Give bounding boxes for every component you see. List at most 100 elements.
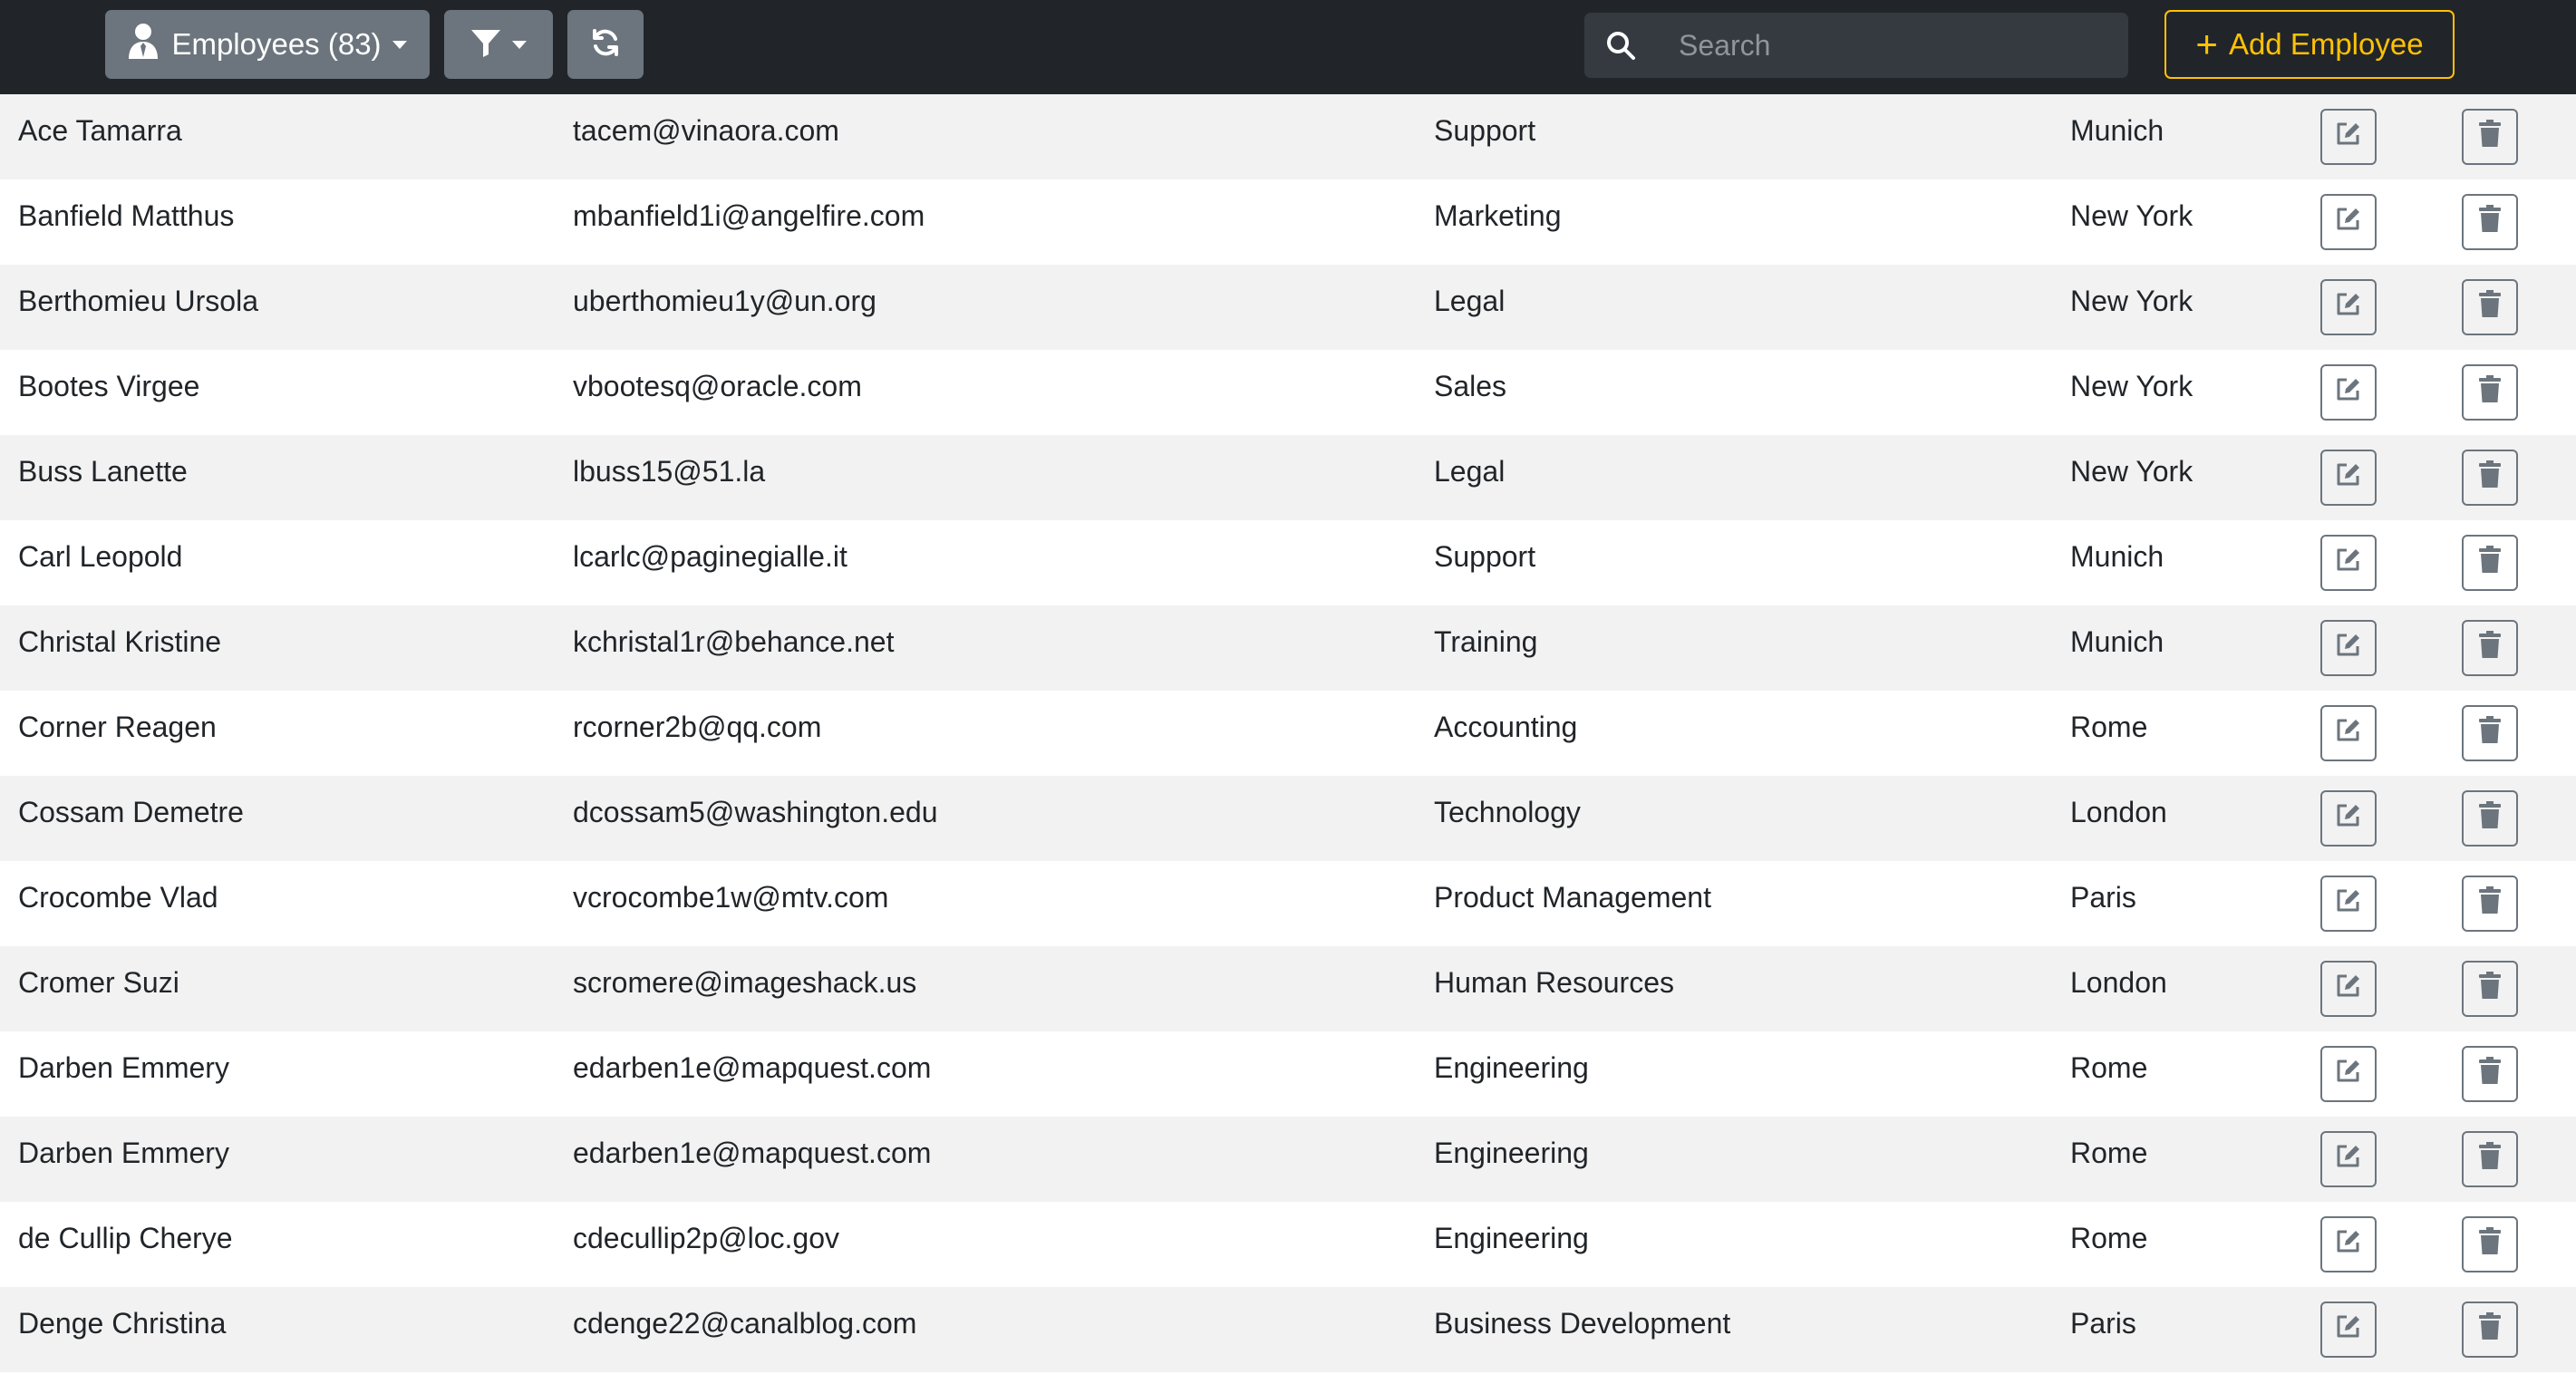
edit-icon bbox=[2334, 885, 2363, 922]
refresh-button[interactable] bbox=[567, 10, 644, 79]
delete-button[interactable] bbox=[2462, 1301, 2518, 1358]
add-employee-label: Add Employee bbox=[2228, 27, 2424, 61]
edit-button[interactable] bbox=[2320, 279, 2377, 335]
edit-button[interactable] bbox=[2320, 876, 2377, 932]
employee-name: Darben Emmery bbox=[18, 1137, 229, 1169]
employee-name: Bootes Virgee bbox=[18, 370, 200, 402]
employee-email: cdenge22@canalblog.com bbox=[573, 1307, 917, 1340]
table-row: Banfield Matthus mbanfield1i@angelfire.c… bbox=[0, 179, 2576, 265]
employee-email: edarben1e@mapquest.com bbox=[573, 1137, 932, 1169]
employee-department: Legal bbox=[1434, 285, 1506, 317]
edit-button[interactable] bbox=[2320, 450, 2377, 506]
edit-button[interactable] bbox=[2320, 1216, 2377, 1272]
delete-button[interactable] bbox=[2462, 194, 2518, 250]
employee-email: dcossam5@washington.edu bbox=[573, 796, 938, 828]
trash-icon bbox=[2477, 630, 2503, 666]
table-row: Berthomieu Ursola uberthomieu1y@un.org L… bbox=[0, 265, 2576, 350]
employee-city: New York bbox=[2070, 370, 2193, 402]
delete-button[interactable] bbox=[2462, 279, 2518, 335]
delete-button[interactable] bbox=[2462, 620, 2518, 676]
edit-button[interactable] bbox=[2320, 1131, 2377, 1187]
edit-button[interactable] bbox=[2320, 961, 2377, 1017]
edit-button[interactable] bbox=[2320, 109, 2377, 165]
edit-button[interactable] bbox=[2320, 1301, 2377, 1358]
edit-button[interactable] bbox=[2320, 535, 2377, 591]
employees-dropdown-label: Employees (83) bbox=[171, 27, 382, 61]
employee-city: Paris bbox=[2070, 1307, 2136, 1340]
employee-city: London bbox=[2070, 796, 2167, 828]
delete-button[interactable] bbox=[2462, 109, 2518, 165]
edit-icon bbox=[2334, 1226, 2363, 1263]
edit-icon bbox=[2334, 1311, 2363, 1348]
employee-department: Sales bbox=[1434, 370, 1507, 402]
employee-email: lcarlc@paginegialle.it bbox=[573, 540, 847, 573]
trash-icon bbox=[2477, 374, 2503, 411]
trash-icon bbox=[2477, 289, 2503, 325]
employee-department: Engineering bbox=[1434, 1222, 1589, 1254]
search-input[interactable] bbox=[1657, 13, 2128, 78]
table-row: Cossam Demetre dcossam5@washington.edu T… bbox=[0, 776, 2576, 861]
trash-icon bbox=[2477, 1056, 2503, 1092]
employee-email: kchristal1r@behance.net bbox=[573, 625, 895, 658]
employee-department: Legal bbox=[1434, 455, 1506, 488]
employee-email: rcorner2b@qq.com bbox=[573, 711, 822, 743]
delete-button[interactable] bbox=[2462, 876, 2518, 932]
employees-dropdown-button[interactable]: Employees (83) bbox=[105, 10, 430, 79]
plus-icon: + bbox=[2195, 23, 2218, 65]
edit-icon bbox=[2334, 545, 2363, 581]
add-employee-button[interactable]: + Add Employee bbox=[2164, 10, 2455, 79]
employee-city: Rome bbox=[2070, 1051, 2148, 1084]
employee-email: tacem@vinaora.com bbox=[573, 114, 839, 147]
trash-icon bbox=[2477, 1141, 2503, 1177]
employee-department: Business Development bbox=[1434, 1307, 1731, 1340]
delete-button[interactable] bbox=[2462, 790, 2518, 847]
delete-button[interactable] bbox=[2462, 1131, 2518, 1187]
edit-button[interactable] bbox=[2320, 1046, 2377, 1102]
edit-button[interactable] bbox=[2320, 364, 2377, 421]
delete-button[interactable] bbox=[2462, 535, 2518, 591]
employee-city: New York bbox=[2070, 199, 2193, 232]
filter-dropdown-button[interactable] bbox=[444, 10, 553, 79]
employee-department: Marketing bbox=[1434, 199, 1562, 232]
employee-city: Rome bbox=[2070, 711, 2148, 743]
employee-name: Corner Reagen bbox=[18, 711, 217, 743]
edit-icon bbox=[2334, 374, 2363, 411]
employee-department: Support bbox=[1434, 540, 1536, 573]
caret-down-icon bbox=[392, 40, 407, 49]
table-row: Darben Emmery edarben1e@mapquest.com Eng… bbox=[0, 1031, 2576, 1117]
edit-button[interactable] bbox=[2320, 194, 2377, 250]
trash-icon bbox=[2477, 715, 2503, 751]
delete-button[interactable] bbox=[2462, 1216, 2518, 1272]
employee-department: Engineering bbox=[1434, 1137, 1589, 1169]
table-row: Crocombe Vlad vcrocombe1w@mtv.com Produc… bbox=[0, 861, 2576, 946]
table-row: Ace Tamarra tacem@vinaora.com Support Mu… bbox=[0, 94, 2576, 179]
employee-city: Paris bbox=[2070, 881, 2136, 914]
filter-icon bbox=[470, 28, 501, 62]
delete-button[interactable] bbox=[2462, 450, 2518, 506]
table-row: Darben Emmery edarben1e@mapquest.com Eng… bbox=[0, 1117, 2576, 1202]
user-tie-icon bbox=[128, 23, 159, 66]
employee-name: Crocombe Vlad bbox=[18, 881, 218, 914]
refresh-icon bbox=[590, 27, 621, 63]
trash-icon bbox=[2477, 545, 2503, 581]
employee-name: Berthomieu Ursola bbox=[18, 285, 258, 317]
employee-name: Buss Lanette bbox=[18, 455, 188, 488]
edit-button[interactable] bbox=[2320, 790, 2377, 847]
delete-button[interactable] bbox=[2462, 1046, 2518, 1102]
search-icon bbox=[1584, 13, 1657, 78]
employee-email: uberthomieu1y@un.org bbox=[573, 285, 876, 317]
edit-icon bbox=[2334, 204, 2363, 240]
delete-button[interactable] bbox=[2462, 364, 2518, 421]
employee-email: vcrocombe1w@mtv.com bbox=[573, 881, 889, 914]
delete-button[interactable] bbox=[2462, 961, 2518, 1017]
edit-button[interactable] bbox=[2320, 620, 2377, 676]
trash-icon bbox=[2477, 971, 2503, 1007]
table-row: Denge Christina cdenge22@canalblog.com B… bbox=[0, 1287, 2576, 1372]
edit-button[interactable] bbox=[2320, 705, 2377, 761]
employee-email: mbanfield1i@angelfire.com bbox=[573, 199, 925, 232]
employee-city: Munich bbox=[2070, 540, 2164, 573]
table-row: Corner Reagen rcorner2b@qq.com Accountin… bbox=[0, 691, 2576, 776]
delete-button[interactable] bbox=[2462, 705, 2518, 761]
edit-icon bbox=[2334, 971, 2363, 1007]
trash-icon bbox=[2477, 885, 2503, 922]
